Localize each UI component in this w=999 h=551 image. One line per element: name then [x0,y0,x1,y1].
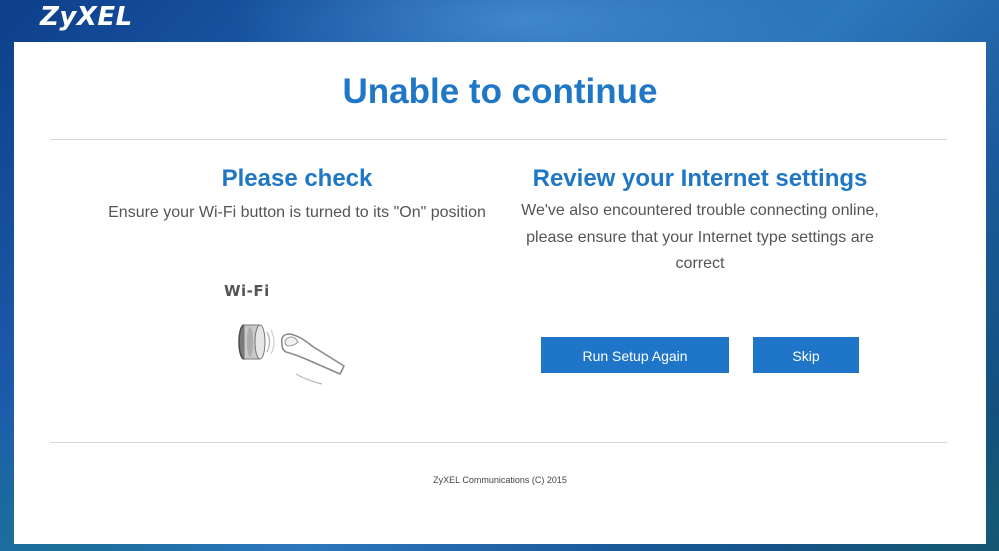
internet-settings-text: We've also encountered trouble connectin… [521,202,879,272]
skip-button[interactable]: Skip [753,337,859,373]
review-settings-heading: Review your Internet settings [532,165,868,192]
wifi-button-press-icon [236,318,346,395]
footer-copyright: ZyXEL Communications (C) 2015 [433,475,567,485]
please-check-heading: Please check [221,165,373,192]
wifi-instruction-text: Ensure your Wi-Fi button is turned to it… [108,204,486,221]
bottom-divider [50,442,947,443]
wifi-label: Wi-Fi [224,282,270,300]
zyxel-logo: ZyXEL [40,2,133,32]
run-setup-again-button[interactable]: Run Setup Again [541,337,729,373]
content-panel: Unable to continue Please check Ensure y… [14,42,986,544]
top-divider [50,139,947,140]
page-title: Unable to continue [342,72,658,111]
